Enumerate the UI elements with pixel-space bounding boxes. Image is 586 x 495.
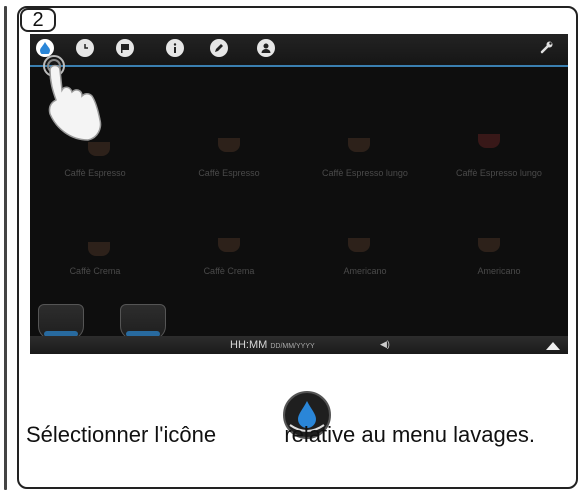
beverage-cup [348, 138, 370, 152]
scroll-up-icon[interactable] [546, 342, 560, 350]
clock-display[interactable]: HH:MM DD/MM/YYYY [230, 339, 315, 351]
caption-before: Sélectionner l'icône [26, 422, 217, 447]
beverage-cup [218, 238, 240, 252]
info-icon[interactable] [166, 39, 184, 57]
step-number: 2 [20, 8, 56, 32]
beverage-label[interactable]: Caffè Espresso [30, 168, 160, 178]
pointing-hand-icon [43, 55, 102, 141]
date-text: DD/MM/YYYY [270, 343, 315, 350]
beverage-label[interactable]: Caffè Crema [30, 266, 160, 276]
time-text: HH:MM [230, 339, 268, 351]
beverage-cup [88, 242, 110, 256]
milk-carafe-icon [120, 304, 166, 340]
beverage-label[interactable]: Caffè Espresso lungo [300, 168, 430, 178]
beverage-label[interactable]: Americano [300, 266, 430, 276]
beverage-cup [218, 138, 240, 152]
left-rule [4, 6, 7, 490]
bottom-status-bar: HH:MM DD/MM/YYYY ◀) [30, 336, 568, 354]
beverage-cup [478, 134, 500, 148]
beverage-label[interactable]: Caffè Crema [164, 266, 294, 276]
caption-after: relative au menu lavages. [284, 422, 536, 447]
beverage-cup [88, 142, 110, 156]
top-toolbar [30, 34, 568, 67]
wrench-icon[interactable] [540, 40, 554, 57]
flag-icon[interactable] [116, 39, 134, 57]
volume-icon[interactable]: ◀) [380, 339, 390, 350]
beverage-cup [478, 238, 500, 252]
user-icon[interactable] [257, 39, 275, 57]
beverage-label[interactable]: Americano [434, 266, 564, 276]
pencil-icon[interactable] [210, 39, 228, 57]
instruction-caption: Sélectionner l'icône relative au menu la… [26, 420, 572, 450]
beverage-label[interactable]: Caffè Espresso lungo [434, 168, 564, 178]
milk-carafe-icon [38, 304, 84, 340]
beverage-cup [348, 238, 370, 252]
machine-screen: Caffè Espresso Caffè Espresso Caffè Espr… [30, 34, 568, 354]
beverage-label[interactable]: Caffè Espresso [164, 168, 294, 178]
